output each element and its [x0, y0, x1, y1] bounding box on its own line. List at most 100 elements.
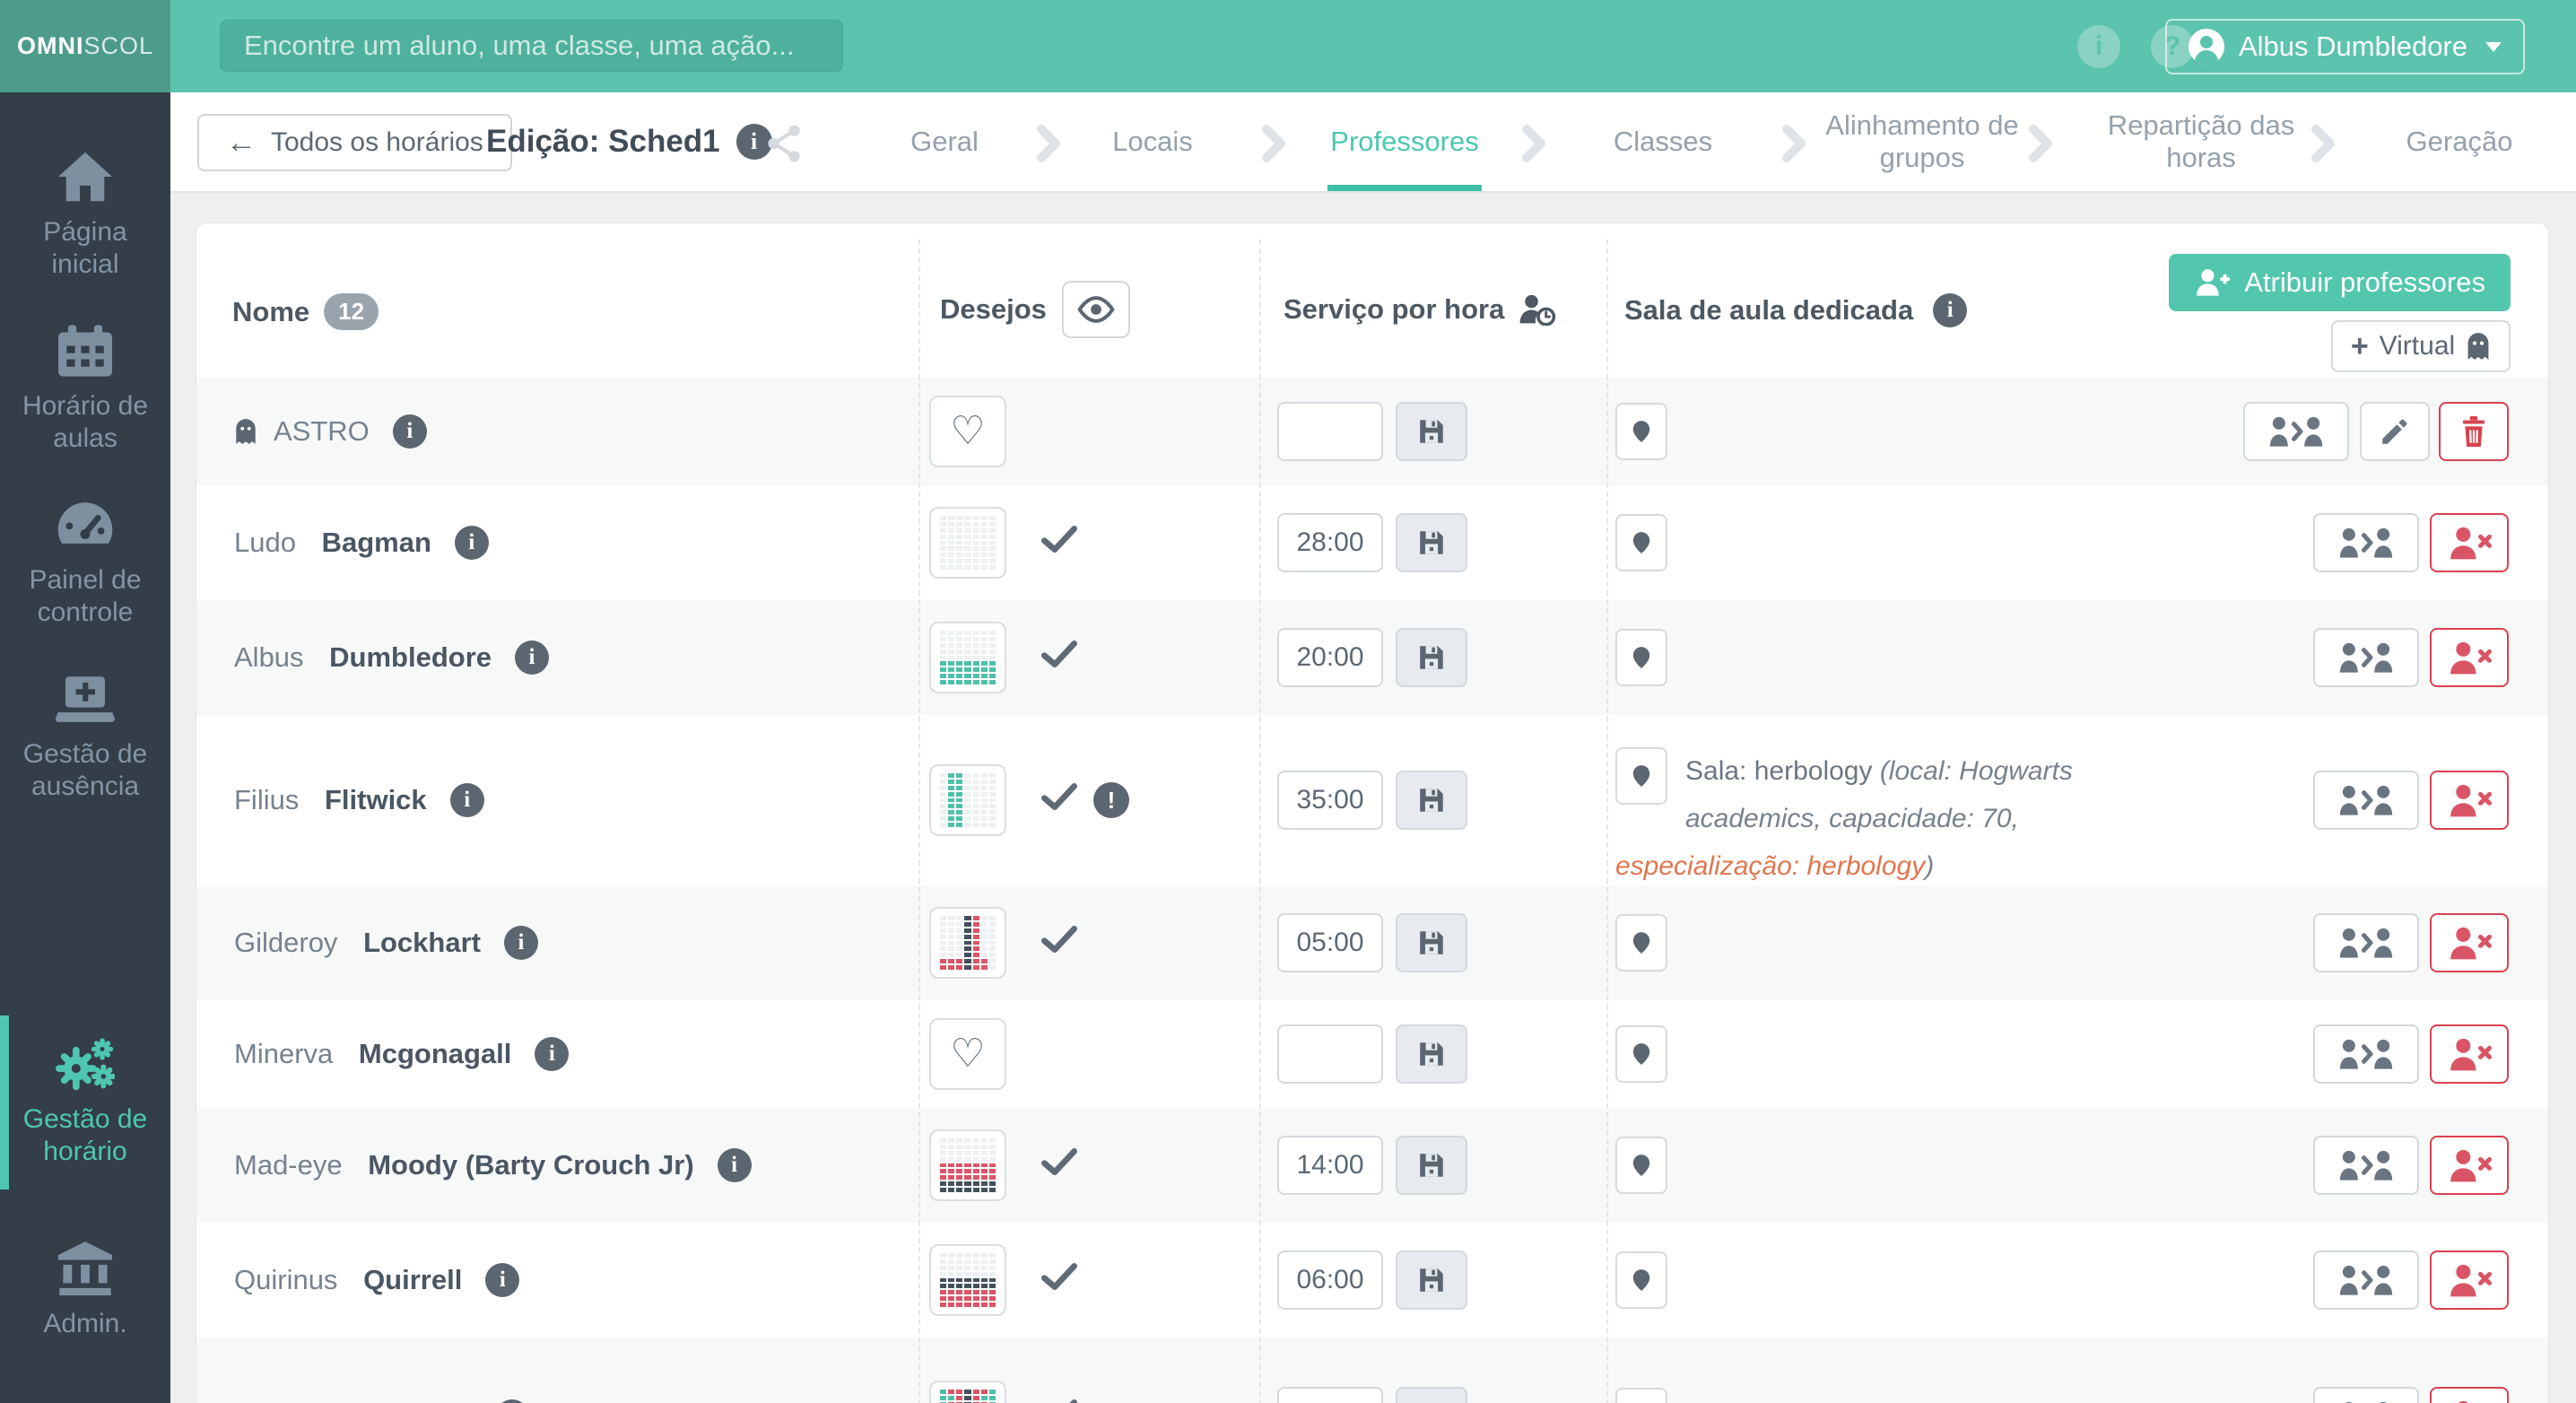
room-pin-button[interactable]	[1615, 1137, 1667, 1194]
service-hours-input[interactable]	[1277, 771, 1383, 830]
map-pin-icon	[1630, 642, 1653, 673]
save-button[interactable]	[1396, 1387, 1467, 1403]
remove-teacher-button[interactable]	[2430, 513, 2509, 572]
info-icon[interactable]: i	[455, 526, 489, 560]
room-pin-button[interactable]	[1615, 1388, 1667, 1403]
info-icon[interactable]: i	[450, 783, 484, 817]
transfer-wishes-button[interactable]	[2313, 513, 2419, 572]
heart-icon	[950, 412, 985, 451]
sidebar-item-timetable[interactable]: Gestão de horário	[0, 1015, 170, 1190]
check-icon	[1041, 639, 1077, 676]
transfer-wishes-button[interactable]	[2243, 402, 2349, 461]
save-button[interactable]	[1396, 1136, 1467, 1195]
column-header-room: Sala de aula dedicada i	[1624, 293, 1967, 327]
delete-button[interactable]	[2439, 402, 2509, 461]
info-icon[interactable]: i	[2077, 25, 2120, 68]
step-reparticao[interactable]: Repartição das horas	[2102, 92, 2300, 191]
transfer-wishes-button[interactable]	[2313, 628, 2419, 687]
wishes-button[interactable]	[929, 1381, 1006, 1403]
step-classes[interactable]: Classes	[1564, 92, 1762, 191]
step-geral[interactable]: Geral	[855, 92, 1034, 191]
room-pin-button[interactable]	[1615, 514, 1667, 571]
share-icon[interactable]	[764, 123, 805, 164]
step-geracao[interactable]: Geração	[2370, 92, 2549, 191]
wishes-button[interactable]	[929, 907, 1006, 979]
user-menu-button[interactable]: Albus Dumbledore	[2165, 19, 2525, 74]
transfer-wishes-button[interactable]	[2313, 771, 2419, 830]
info-icon[interactable]: i	[495, 1399, 529, 1403]
wishes-button[interactable]	[929, 396, 1006, 467]
teacher-name: Gilderoy Lockhart i	[234, 926, 538, 960]
wishes-button[interactable]	[929, 764, 1006, 836]
transfer-wishes-button[interactable]	[2313, 1136, 2419, 1195]
remove-teacher-button[interactable]	[2430, 1136, 2509, 1195]
transfer-wishes-button[interactable]	[2313, 1024, 2419, 1084]
remove-teacher-button[interactable]	[2430, 771, 2509, 830]
edit-button[interactable]	[2360, 402, 2430, 461]
service-hours-input[interactable]	[1277, 1250, 1383, 1310]
save-button[interactable]	[1396, 1250, 1467, 1310]
info-icon[interactable]: i	[504, 926, 538, 960]
wishes-button[interactable]	[929, 1129, 1006, 1201]
info-icon[interactable]: i	[1933, 293, 1967, 327]
app-logo[interactable]: OMNISCOL	[0, 0, 170, 92]
remove-teacher-button[interactable]	[2430, 1387, 2509, 1403]
teacher-count-badge: 12	[324, 293, 379, 330]
remove-teacher-button[interactable]	[2430, 913, 2509, 972]
service-hours-input[interactable]	[1277, 1024, 1383, 1084]
wishes-button[interactable]	[929, 507, 1006, 579]
wishes-button[interactable]	[929, 1018, 1006, 1090]
transfer-wishes-button[interactable]	[2313, 1387, 2419, 1403]
assign-button-label: Atribuir professores	[2244, 266, 2485, 299]
transfer-wishes-button[interactable]	[2313, 913, 2419, 972]
remove-teacher-button[interactable]	[2430, 1250, 2509, 1310]
toggle-wishes-visibility-button[interactable]	[1062, 281, 1130, 338]
global-search-input[interactable]	[220, 20, 843, 72]
room-pin-button[interactable]	[1615, 403, 1667, 460]
wishes-button[interactable]	[929, 622, 1006, 693]
service-hours-input[interactable]	[1277, 513, 1383, 572]
service-hours-input[interactable]	[1277, 913, 1383, 972]
save-button[interactable]	[1396, 771, 1467, 830]
sidebar-item-dashboard[interactable]: Painel de controle	[0, 476, 170, 650]
save-button[interactable]	[1396, 1024, 1467, 1084]
info-icon[interactable]: i	[485, 1263, 519, 1297]
remove-teacher-button[interactable]	[2430, 628, 2509, 687]
save-button[interactable]	[1396, 628, 1467, 687]
room-pin-button[interactable]	[1615, 1025, 1667, 1083]
assign-teachers-button[interactable]: Atribuir professores	[2169, 254, 2511, 311]
service-hours-input[interactable]	[1277, 1387, 1383, 1403]
wishes-button[interactable]	[929, 1244, 1006, 1316]
sidebar-item-home[interactable]: Página inicial	[0, 128, 170, 302]
info-icon[interactable]: i	[535, 1037, 569, 1071]
room-pin-button[interactable]	[1615, 747, 1667, 805]
sidebar-item-class-schedule[interactable]: Horário de aulas	[0, 302, 170, 476]
service-hours-input[interactable]	[1277, 1136, 1383, 1195]
info-icon[interactable]: i	[718, 1148, 752, 1182]
step-alinhamento[interactable]: Alinhamento de grupos	[1815, 92, 2030, 191]
person-transfer-icon	[2338, 925, 2394, 961]
sidebar-item-absence[interactable]: Gestão de ausência	[0, 650, 170, 824]
column-header-service: Serviço por hora	[1284, 293, 1556, 326]
room-pin-button[interactable]	[1615, 914, 1667, 972]
step-professores[interactable]: Professores	[1288, 92, 1521, 191]
room-pin-button[interactable]	[1615, 629, 1667, 686]
person-transfer-icon	[2338, 1036, 2394, 1072]
save-button[interactable]	[1396, 402, 1467, 461]
save-button[interactable]	[1396, 513, 1467, 572]
service-hours-input[interactable]	[1277, 628, 1383, 687]
warning-icon[interactable]	[1093, 782, 1129, 818]
remove-teacher-button[interactable]	[2430, 1024, 2509, 1084]
table-row: Albus Dumbledore i	[196, 600, 2548, 715]
floppy-icon	[1416, 642, 1447, 673]
service-hours-input[interactable]	[1277, 402, 1383, 461]
room-pin-button[interactable]	[1615, 1251, 1667, 1309]
back-to-schedules-button[interactable]: ← Todos os horários	[197, 114, 512, 171]
add-virtual-teacher-button[interactable]: Virtual	[2331, 320, 2511, 372]
info-icon[interactable]: i	[393, 414, 427, 449]
sidebar-item-admin[interactable]: Admin.	[0, 1220, 170, 1362]
info-icon[interactable]: i	[515, 640, 549, 675]
step-locais[interactable]: Locais	[1054, 92, 1251, 191]
save-button[interactable]	[1396, 913, 1467, 972]
transfer-wishes-button[interactable]	[2313, 1250, 2419, 1310]
